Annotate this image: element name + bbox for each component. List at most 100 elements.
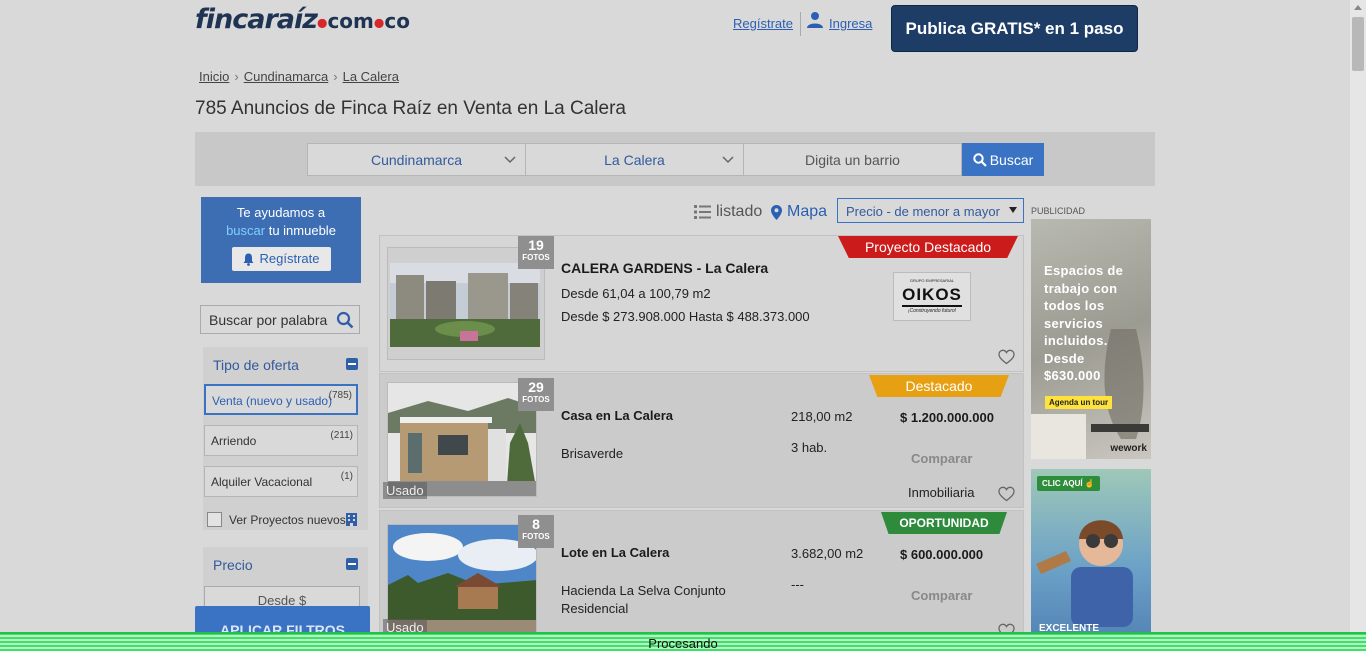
ads-label: PUBLICIDAD [1031,206,1086,216]
offer-option-count: (785) [328,390,352,401]
list-view-label: listado [716,203,763,220]
listing-area: 3.682,00 m2 [791,546,864,561]
neighborhood-input[interactable]: Digita un barrio [743,143,962,176]
collapse-icon[interactable] [346,358,358,370]
price-title: Precio [213,557,253,573]
search-button-label: Buscar [989,151,1034,168]
search-button[interactable]: Buscar [962,143,1044,176]
listing-title[interactable]: Lote en La Calera [561,545,669,560]
department-select[interactable]: Cundinamarca [307,143,526,176]
compare-button[interactable]: Comparar [911,588,972,603]
ad-banner-location[interactable]: CLIC AQUÍ ☝ EXCELENTE UBICACIÓN [1031,469,1151,651]
bell-icon [243,253,253,266]
photo-count: 29 [528,379,544,395]
keyword-search-input[interactable]: Buscar por palabra [200,305,360,334]
keyword-placeholder: Buscar por palabra [209,312,328,328]
city-value: La Calera [604,151,665,168]
sort-select[interactable]: Precio - de menor a mayor [837,198,1024,223]
offer-type-title: Tipo de oferta [213,357,299,373]
help-register-label: Regístrate [259,251,320,266]
listing-area-range: Desde 61,04 a 100,79 m2 [561,286,711,301]
photo-count-badge: 19 FOTOS [518,236,554,269]
map-view-label: Mapa [787,203,828,220]
compare-button[interactable]: Comparar [911,451,972,466]
register-link[interactable]: Regístrate [733,16,793,31]
listing-card[interactable]: 8 FOTOS Usado OPORTUNIDAD Lote en La Cal… [379,510,1024,638]
city-select[interactable]: La Calera [525,143,744,176]
listing-title[interactable]: Casa en La Calera [561,408,673,423]
photo-count: 8 [532,516,540,532]
listing-price: $ 600.000.000 [900,547,984,562]
listing-card[interactable]: 29 FOTOS Usado Destacado Casa en La Cale… [379,373,1024,508]
photo-count-badge: 8 FOTOS [518,515,554,548]
featured-project-badge: Proyecto Destacado [838,236,1018,258]
photo-count-badge: 29 FOTOS [518,378,554,411]
page-scrollbar[interactable] [1350,0,1366,651]
list-view-toggle[interactable]: listado [694,203,762,221]
page: fincaraíz●com●co Regístrate Ingresa Publ… [0,0,1350,651]
offer-option-count: (211) [330,430,353,441]
offer-option-label: Venta (nuevo y usado) [212,394,333,408]
ad1-text: Espacios de trabajo con todos los servic… [1044,263,1124,383]
developer-group: GRUPO EMPRESARIAL [909,278,955,283]
map-view-toggle[interactable]: Mapa [771,203,827,221]
developer-name: OIKOS [902,285,962,307]
offer-option-arriendo[interactable]: Arriendo (211) [204,425,358,456]
search-icon[interactable] [336,311,354,329]
user-icon[interactable] [806,11,824,29]
ad-banner-coworking[interactable]: Espacios de trabajo con todos los servic… [1031,219,1151,459]
scroll-up-icon[interactable] [1354,5,1362,10]
listing-price-range: Desde $ 273.908.000 Hasta $ 488.373.000 [561,309,810,324]
ad2-cta[interactable]: CLIC AQUÍ ☝ [1037,476,1100,491]
listing-location: Brisaverde [561,446,624,461]
scrollbar-thumb[interactable] [1352,17,1364,71]
breadcrumb-inicio[interactable]: Inicio [199,69,229,84]
projects-checkbox-label[interactable]: Ver Proyectos nuevos [229,513,346,527]
page-title: 785 Anuncios de Finca Raíz en Venta en L… [195,98,626,119]
offer-option-venta[interactable]: Venta (nuevo y usado) (785) [204,384,358,415]
listing-rooms: 3 hab. [791,440,828,455]
logo-co: co [384,9,410,33]
breadcrumb: Inicio › Cundinamarca › La Calera [199,69,399,84]
offer-option-alquiler-vacacional[interactable]: Alquiler Vacacional (1) [204,466,358,497]
site-logo[interactable]: fincaraíz●com●co [195,4,410,35]
dropdown-arrow-icon [1009,207,1017,213]
help-register-button[interactable]: Regístrate [231,247,331,271]
developer-logo[interactable]: GRUPO EMPRESARIAL OIKOS ¡Construyendo fu… [893,272,971,321]
ad2-cta-label: CLIC AQUÍ [1042,479,1083,488]
price-header[interactable]: Precio [203,547,368,581]
publish-free-button[interactable]: Publica GRATIS* en 1 paso [891,5,1138,52]
neighborhood-placeholder: Digita un barrio [805,151,900,168]
listing-photo[interactable] [387,382,537,497]
processing-status-bar: Procesando [0,632,1366,651]
login-link[interactable]: Ingresa [829,16,872,31]
help-line1: Te ayudamos a [236,205,326,220]
favorite-heart-icon[interactable] [998,349,1015,365]
projects-checkbox[interactable] [207,512,222,527]
opportunity-badge: OPORTUNIDAD [881,512,1007,534]
collapse-icon[interactable] [346,558,358,570]
breadcrumb-la-calera[interactable]: La Calera [343,69,399,84]
sort-value: Precio - de menor a mayor [846,204,1000,219]
logo-com: com [327,9,374,33]
seller-type: Inmobiliaria [908,485,975,500]
house-photo [388,383,536,496]
listing-rooms: --- [791,577,804,592]
header-divider [800,12,801,36]
listing-title[interactable]: CALERA GARDENS - La Calera [561,260,768,276]
ad1-cta[interactable]: Agenda un tour [1045,396,1113,409]
photo-count-label: FOTOS [522,532,550,541]
photo-count-label: FOTOS [522,253,550,262]
listing-card[interactable]: 19 FOTOS Proyecto Destacado CALERA GARDE… [379,235,1024,372]
offer-type-header[interactable]: Tipo de oferta [203,347,368,381]
help-highlight: buscar [226,223,266,238]
ad1-brand: wework [1110,443,1147,454]
favorite-heart-icon[interactable] [998,486,1015,502]
chevron-down-icon [722,156,734,164]
listing-price: $ 1.200.000.000 [900,410,994,425]
department-value: Cundinamarca [370,151,463,168]
help-box: Te ayudamos a buscar tu inmueble Regístr… [201,197,361,283]
map-pin-icon [771,204,782,220]
breadcrumb-cundinamarca[interactable]: Cundinamarca [244,69,329,84]
featured-badge: Destacado [869,375,1009,397]
